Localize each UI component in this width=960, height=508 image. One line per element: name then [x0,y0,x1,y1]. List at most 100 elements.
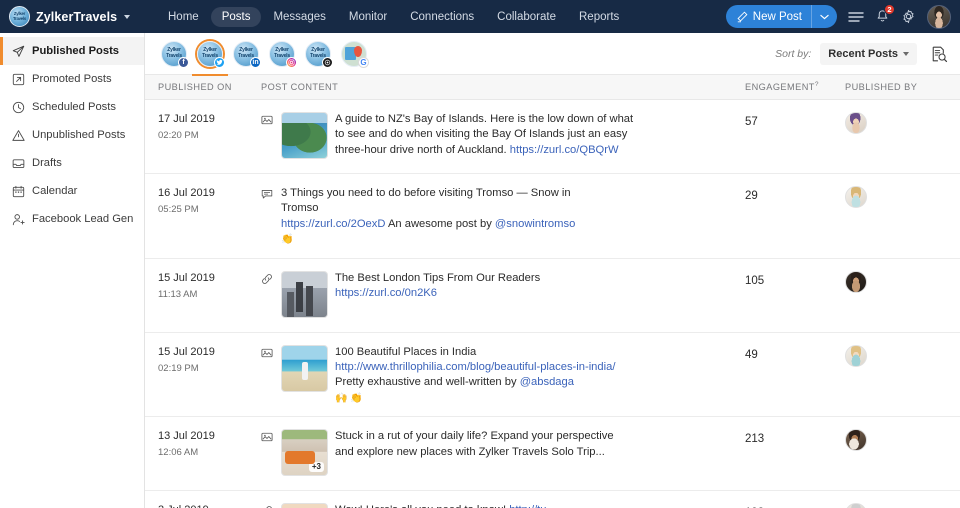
post-thumbnail[interactable] [281,344,328,392]
sidebar-item-scheduled-posts[interactable]: Scheduled Posts [0,93,144,121]
post-mention[interactable]: @absdaga [520,376,574,388]
channel-linkedin[interactable]: Zylker Travels in [231,39,261,69]
published-on-cell: 15 Jul 2019 11:13 AM [145,271,253,322]
post-text: The Best London Tips From Our Readers ht… [335,271,540,318]
post-link[interactable]: https://zurl.co/QBQrW [510,144,619,156]
new-post-dropdown[interactable] [812,14,837,20]
new-post-label: New Post [752,10,802,23]
sidebar-item-unpublished-posts[interactable]: Unpublished Posts [0,121,144,149]
channel-google-my-business[interactable]: G [339,39,369,69]
column-header-engagement: ENGAGEMENT? [745,81,845,92]
channel-twitter[interactable]: Zylker Travels [192,39,228,76]
new-post-button[interactable]: New Post [725,5,837,28]
main-nav: Home Posts Messages Monitor Connections … [157,6,630,27]
link-post-icon [261,503,274,508]
published-on-cell: 17 Jul 2019 02:20 PM [145,112,253,163]
report-search-button[interactable] [926,45,948,63]
post-emoji: 👏 [281,234,294,246]
nav-item-posts[interactable]: Posts [210,6,262,27]
post-content-cell: The Best London Tips From Our Readers ht… [253,270,745,322]
post-thumbnail[interactable] [281,503,328,508]
new-post-main[interactable]: New Post [726,11,811,23]
channel-facebook[interactable]: Zylker Travels f [159,39,189,69]
post-body: The Best London Tips From Our Readers [335,271,541,284]
settings-button[interactable] [901,9,916,24]
menu-list-button[interactable] [848,10,864,24]
table-row[interactable]: 13 Jul 2019 12:06 AM +3 Stuck in a rut o… [145,417,960,492]
published-by-cell [845,112,960,163]
sidebar-item-promoted-posts[interactable]: Promoted Posts [0,65,144,93]
nav-item-home[interactable]: Home [157,7,210,27]
post-link[interactable]: https://zurl.co/2OexD [281,218,385,230]
table-row[interactable]: 16 Jul 2019 05:25 PM 3 Things you need t… [145,174,960,259]
post-text: A guide to NZ's Bay of Islands. Here is … [335,112,635,159]
image-post-icon [261,345,274,407]
sort-dropdown[interactable]: Recent Posts [820,42,917,65]
notifications-button[interactable]: 2 [875,4,895,24]
post-thumbnail[interactable] [281,270,328,318]
sidebar-item-drafts[interactable]: Drafts [0,149,144,177]
post-thumbnail[interactable]: +3 [281,429,328,477]
nav-item-messages[interactable]: Messages [262,7,336,27]
post-content-cell: 100 Beautiful Places in India http://www… [253,344,745,407]
facebook-icon: f [178,56,189,68]
engagement-cell: 49 [745,345,845,407]
sidebar-item-label: Calendar [32,185,78,197]
table-row[interactable]: 15 Jul 2019 11:13 AM The Best London Tip… [145,259,960,333]
post-mention[interactable]: @snowintromso [495,218,575,230]
avatar[interactable] [845,112,867,134]
user-avatar[interactable] [927,4,951,29]
engagement-value: 57 [745,116,758,128]
column-header-engagement-label: ENGAGEMENT [745,82,815,93]
engagement-value: 29 [745,190,758,202]
avatar[interactable] [845,344,867,367]
channel-bar: Zylker Travels f Zylker Travels Zylker T… [145,33,960,76]
avatar[interactable] [845,186,867,208]
column-header-published-by: PUBLISHED BY [845,82,918,92]
sidebar-item-facebook-lead-gen[interactable]: Facebook Lead Gen [0,205,144,233]
sidebar-item-label: Published Posts [32,45,120,57]
send-icon [12,45,25,58]
post-body: 100 Beautiful Places in India [335,345,477,358]
nav-item-reports[interactable]: Reports [568,7,630,27]
table-row[interactable]: 15 Jul 2019 02:19 PM 100 Beautiful Place… [145,333,960,418]
avatar[interactable] [845,429,867,452]
help-superscript: ? [814,81,819,89]
post-thumbnail[interactable] [281,112,328,159]
avatar[interactable] [845,270,867,293]
post-content-cell: Wow! Here's all you need to know! http:/… [253,503,745,508]
post-link[interactable]: http://www.thrillophilia.com/blog/beauti… [335,361,615,373]
nav-item-monitor[interactable]: Monitor [338,7,398,27]
sort-by-label: Sort by: [775,47,812,60]
published-on-cell: 13 Jul 2019 12:06 AM [145,429,253,480]
channel-list: Zylker Travels f Zylker Travels Zylker T… [159,39,369,76]
post-link[interactable]: https://zurl.co/0n2K6 [335,287,437,299]
brand-logo-icon: Zylker Travels [9,6,30,27]
brand-switcher[interactable]: Zylker Travels ZylkerTravels [0,0,145,33]
user-add-icon [12,213,25,226]
engagement-value: 105 [745,274,765,287]
table-row[interactable]: 3 Jul 2019 12:19 AM Wow! Here's all you … [145,491,960,508]
avatar[interactable] [845,503,867,508]
post-time: 02:19 PM [158,362,199,374]
table-row[interactable]: 17 Jul 2019 02:20 PM A guide to NZ's Bay… [145,100,960,174]
text-post-icon [261,186,274,248]
post-date: 15 Jul 2019 [158,271,215,284]
channel-gmb-listing[interactable]: Zylker Travels [303,39,333,69]
post-content-cell: A guide to NZ's Bay of Islands. Here is … [253,112,745,163]
channel-instagram[interactable]: Zylker Travels [267,39,297,69]
arrow-up-right-box-icon [12,73,25,86]
post-time: 12:06 AM [158,447,199,459]
post-date: 15 Jul 2019 [158,345,215,358]
sidebar-item-published-posts[interactable]: Published Posts [0,37,144,65]
posts-table-body: 17 Jul 2019 02:20 PM A guide to NZ's Bay… [145,100,960,508]
image-post-icon [261,429,274,476]
post-time: 05:25 PM [158,204,199,215]
published-on-cell: 16 Jul 2019 05:25 PM [145,186,253,248]
nav-item-collaborate[interactable]: Collaborate [486,7,567,27]
nav-item-connections[interactable]: Connections [399,7,485,27]
published-on-cell: 3 Jul 2019 12:19 AM [145,503,253,508]
column-header-published-on: PUBLISHED ON [158,82,232,92]
sidebar-item-calendar[interactable]: Calendar [0,177,144,205]
post-date: 13 Jul 2019 [158,430,215,443]
